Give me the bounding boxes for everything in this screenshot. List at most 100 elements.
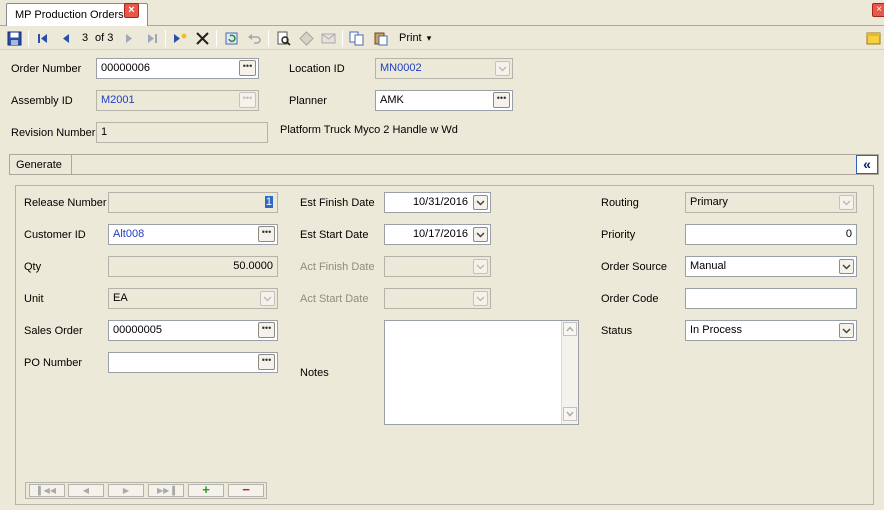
assembly-id-value: M2001 [101,94,135,106]
order-code-field[interactable] [685,288,857,309]
delete-icon[interactable] [195,31,210,46]
revision-number-field[interactable]: 1 [96,122,268,143]
chevron-down-icon[interactable] [839,195,854,210]
notes-textarea[interactable] [384,320,579,425]
scroll-up-icon[interactable] [563,322,577,336]
assembly-id-field[interactable]: M2001 ••• [96,90,259,111]
lookup-button[interactable]: ••• [239,92,256,108]
planner-value: AMK [380,94,404,106]
lookup-button[interactable]: ••• [258,226,275,242]
qty-label: Qty [24,261,42,273]
chevron-down-icon: ▾ [426,33,432,43]
chevron-down-icon[interactable] [839,323,854,338]
toolbar-separator [28,30,29,47]
chevron-down-icon[interactable] [260,291,275,306]
print-preview-icon[interactable] [276,31,291,46]
planner-field[interactable]: AMK ••• [375,90,513,111]
assembly-id-label: Assembly ID [11,95,73,107]
paste-icon[interactable] [373,31,388,46]
release-number-field[interactable]: 1 [108,192,278,213]
sales-order-field[interactable]: 00000005 ••• [108,320,278,341]
first-record-icon[interactable] [35,31,50,46]
tab-close-icon[interactable]: × [124,3,139,18]
last-record-icon[interactable] [145,31,160,46]
new-record-icon[interactable] [172,31,187,46]
chevron-down-icon[interactable] [495,61,510,76]
revision-number-label: Revision Number [11,127,96,139]
record-count: of 3 [95,32,114,44]
act-start-date-label: Act Start Date [300,293,369,305]
next-record-icon[interactable] [121,31,136,46]
window-close-icon[interactable]: × [872,3,884,17]
nav-previous-icon[interactable]: ◀ [68,484,104,497]
nav-last-icon[interactable]: ▶▶▐ [148,484,184,497]
scroll-down-icon[interactable] [563,407,577,421]
email-icon[interactable] [321,31,336,46]
est-finish-date-value: 10/31/2016 [412,196,468,208]
po-number-field[interactable]: ••• [108,352,278,373]
unit-field[interactable]: EA [108,288,278,309]
previous-record-icon[interactable] [59,31,74,46]
save-icon[interactable] [7,31,22,46]
chevron-down-icon[interactable] [473,195,488,210]
est-finish-date-field[interactable]: 10/31/2016 [384,192,491,213]
tab-title: MP Production Orders [15,9,124,21]
refresh-icon[interactable] [224,31,239,46]
routing-value: Primary [690,196,728,208]
lookup-button[interactable]: ••• [258,322,275,338]
copy-icon[interactable] [349,31,364,46]
add-row-button[interactable]: + [188,483,224,497]
location-id-field[interactable]: MN0002 [375,58,513,79]
notes-scrollbar[interactable] [561,321,578,424]
est-start-date-field[interactable]: 10/17/2016 [384,224,491,245]
priority-label: Priority [601,229,636,241]
status-label: Status [601,325,633,337]
order-source-select[interactable]: Manual [685,256,857,277]
customer-id-field[interactable]: Alt008 ••• [108,224,278,245]
sales-order-value: 00000005 [113,324,162,336]
priority-field[interactable]: 0 [685,224,857,245]
record-position: 3 [82,32,89,44]
assembly-description: Platform Truck Myco 2 Handle w Wd [280,124,458,136]
routing-field[interactable]: Primary [685,192,857,213]
undo-icon[interactable] [247,31,262,46]
po-number-label: PO Number [24,357,83,369]
order-number-label: Order Number [11,63,82,75]
chevron-down-icon[interactable] [473,259,488,274]
unit-value: EA [113,292,128,304]
nav-first-icon[interactable]: ▌◀◀ [29,484,65,497]
chevron-down-icon[interactable] [839,259,854,274]
order-source-value: Manual [690,260,727,272]
chevron-down-icon[interactable] [473,227,488,242]
act-start-date-field[interactable] [384,288,491,309]
lookup-button[interactable]: ••• [258,354,275,370]
planner-label: Planner [289,95,327,107]
location-id-value: MN0002 [380,62,422,74]
est-start-date-value: 10/17/2016 [412,228,468,240]
remove-row-button[interactable]: − [228,483,264,497]
chevron-down-icon[interactable] [473,291,488,306]
print-menu-button[interactable]: Print ▾ [399,32,431,44]
order-number-value: 00000006 [101,62,150,74]
collapse-icon[interactable]: « [856,155,878,174]
unit-label: Unit [24,293,44,305]
lookup-button[interactable]: ••• [493,92,510,108]
revision-number-value: 1 [101,126,108,138]
order-code-label: Order Code [601,293,659,305]
routing-label: Routing [601,197,639,209]
toolbar-separator [342,30,343,47]
tab-generate[interactable]: Generate [10,155,72,174]
qty-field[interactable]: 50.0000 [108,256,278,277]
order-number-field[interactable]: 00000006 ••• [96,58,259,79]
toolbar-separator [216,30,217,47]
attach-icon[interactable] [299,31,314,46]
nav-next-icon[interactable]: ▶ [108,484,144,497]
status-select[interactable]: In Process [685,320,857,341]
notes-icon[interactable] [866,31,881,46]
status-value: In Process [690,324,742,336]
act-finish-date-label: Act Finish Date [300,261,375,273]
est-start-date-label: Est Start Date [300,229,369,241]
toolbar: 3 of 3 Print ▾ [0,27,884,50]
lookup-button[interactable]: ••• [239,60,256,76]
act-finish-date-field[interactable] [384,256,491,277]
